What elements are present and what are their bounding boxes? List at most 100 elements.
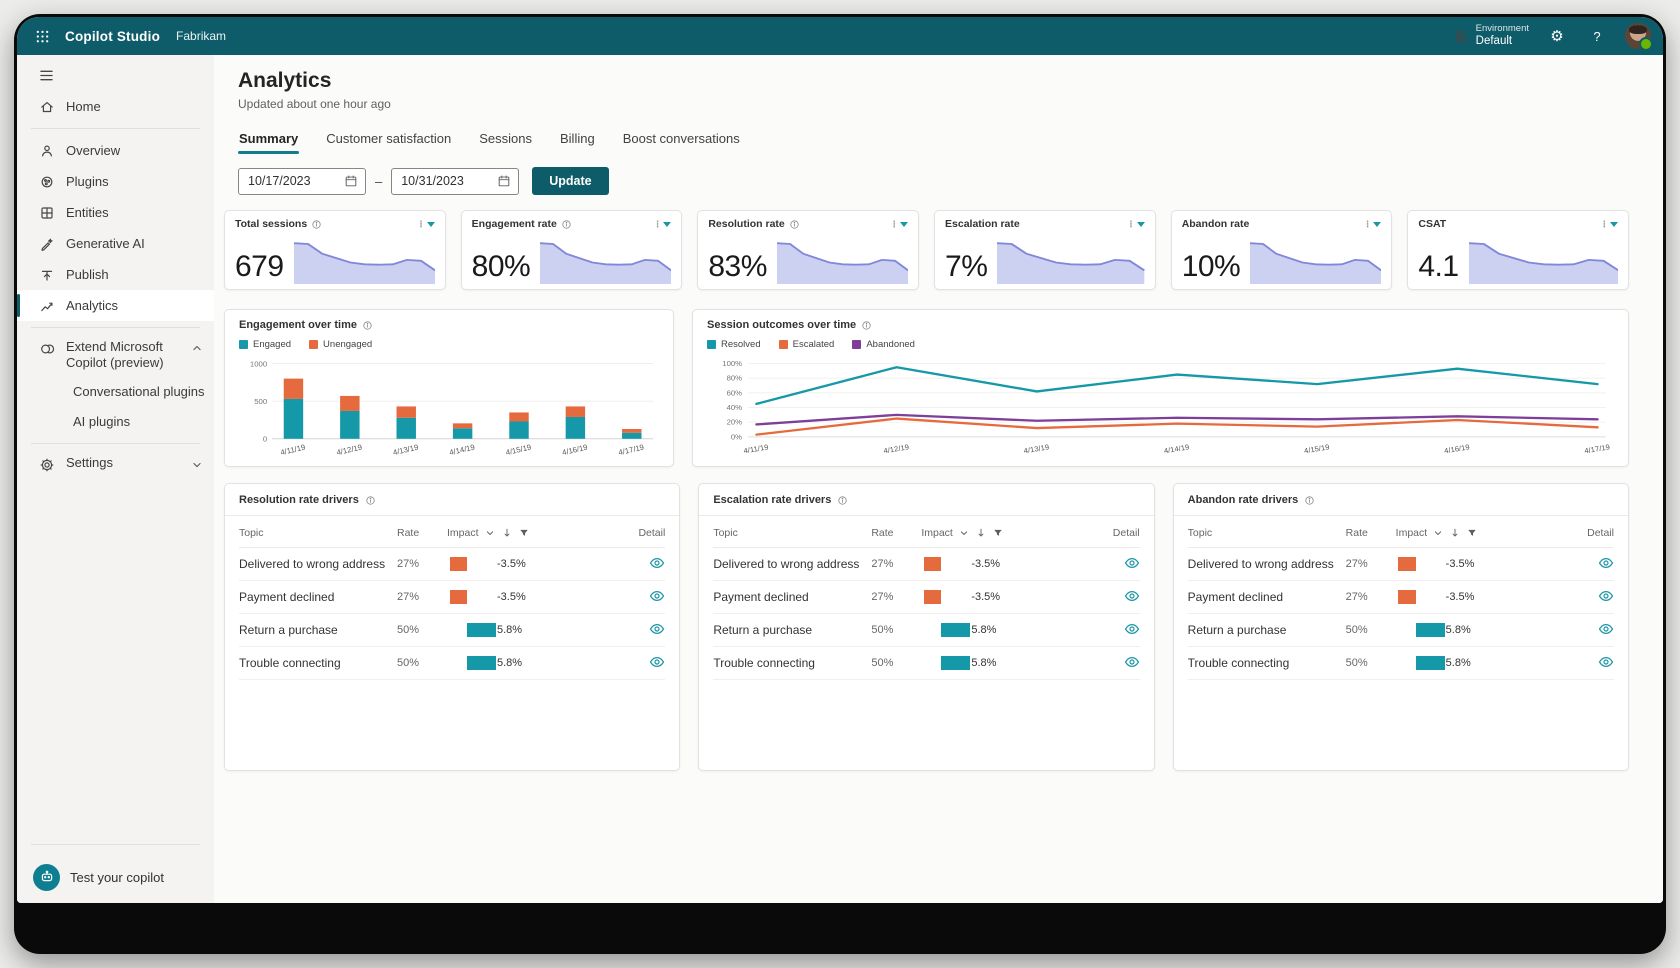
detail-eye-icon[interactable]	[649, 590, 665, 602]
settings-gear-icon[interactable]: ⚙	[1545, 24, 1569, 48]
chart-title-text: Engagement over time	[239, 319, 357, 331]
sidebar-item-label: Overview	[66, 143, 120, 158]
sidebar-item-plugins[interactable]: Plugins	[17, 166, 214, 197]
tab-customer-satisfaction[interactable]: Customer satisfaction	[325, 127, 452, 154]
chevron-down-icon[interactable]	[958, 527, 970, 539]
sidebar-item-conversational-plugins[interactable]: Conversational plugins	[17, 377, 214, 407]
sidebar-item-label: Entities	[66, 205, 109, 220]
kpi-card-engagement-rate: Engagement rate 80%	[461, 210, 683, 290]
tab-boost-conversations[interactable]: Boost conversations	[622, 127, 741, 154]
sidebar-item-publish[interactable]: Publish	[17, 259, 214, 290]
info-icon[interactable]	[561, 219, 572, 230]
detail-eye-icon[interactable]	[649, 557, 665, 569]
svg-text:0: 0	[263, 435, 267, 444]
calendar-icon[interactable]	[344, 174, 358, 188]
info-icon[interactable]	[837, 495, 848, 506]
driver-topic: Delivered to wrong address	[1188, 557, 1346, 571]
app-launcher-waffle-icon[interactable]	[27, 21, 57, 51]
kpi-card-menu[interactable]	[893, 221, 908, 228]
drivers-row: Resolution rate drivers Topic Rate Impac…	[224, 483, 1629, 771]
kpi-card-menu[interactable]	[1366, 221, 1381, 228]
environment-picker[interactable]: Environment Default	[1453, 24, 1529, 48]
driver-table-row: Trouble connecting 50% 5.8%	[1188, 647, 1614, 680]
sidebar-item-label: Publish	[66, 267, 109, 282]
filter-icon[interactable]	[992, 527, 1004, 539]
detail-eye-icon[interactable]	[1124, 590, 1140, 602]
info-icon[interactable]	[365, 495, 376, 506]
detail-eye-icon[interactable]	[1124, 557, 1140, 569]
chevron-down-icon[interactable]	[1432, 527, 1444, 539]
chevron-down-icon[interactable]	[190, 458, 204, 472]
svg-text:60%: 60%	[727, 389, 743, 398]
detail-eye-icon[interactable]	[1124, 656, 1140, 668]
kpi-value: 7%	[945, 252, 987, 284]
driver-rate: 27%	[871, 591, 921, 603]
update-button[interactable]: Update	[532, 167, 608, 195]
kpi-card-menu[interactable]	[656, 221, 671, 228]
driver-rate: 50%	[397, 624, 447, 636]
chevron-down-icon[interactable]	[484, 527, 496, 539]
tab-sessions[interactable]: Sessions	[478, 127, 533, 154]
kpi-card-menu[interactable]	[1603, 221, 1618, 228]
sort-descending-icon[interactable]	[1449, 527, 1461, 539]
sidebar-item-label: Plugins	[66, 174, 109, 189]
info-icon[interactable]	[861, 320, 872, 331]
kpi-card-menu[interactable]	[419, 221, 434, 228]
sidebar-item-generative-ai[interactable]: Generative AI	[17, 228, 214, 259]
impact-value: -3.5%	[971, 557, 1000, 571]
impact-value: 5.8%	[497, 656, 522, 670]
impact-bar	[924, 590, 942, 604]
detail-eye-icon[interactable]	[1598, 590, 1614, 602]
kpi-value: 4.1	[1418, 252, 1458, 284]
svg-text:4/11/19: 4/11/19	[743, 443, 769, 456]
sidebar-item-entities[interactable]: Entities	[17, 197, 214, 228]
driver-rate: 27%	[397, 591, 447, 603]
driver-table-header: Topic Rate Impact Detail	[239, 518, 665, 548]
kpi-menu-icon	[1366, 221, 1370, 228]
sidebar-item-extend-copilot[interactable]: Extend Microsoft Copilot (preview)	[17, 334, 214, 377]
sidebar-item-analytics[interactable]: Analytics	[17, 290, 214, 321]
test-your-copilot-button[interactable]: Test your copilot	[17, 851, 214, 903]
start-date-input[interactable]: 10/17/2023	[238, 168, 366, 195]
driver-table-row: Payment declined 27% -3.5%	[239, 581, 665, 614]
detail-eye-icon[interactable]	[1598, 557, 1614, 569]
user-avatar[interactable]	[1625, 23, 1651, 49]
filter-icon[interactable]	[1466, 527, 1478, 539]
sidebar-item-ai-plugins[interactable]: AI plugins	[17, 407, 214, 437]
tab-billing[interactable]: Billing	[559, 127, 596, 154]
detail-eye-icon[interactable]	[649, 623, 665, 635]
tab-summary[interactable]: Summary	[238, 127, 299, 154]
end-date-input[interactable]: 10/31/2023	[391, 168, 519, 195]
detail-eye-icon[interactable]	[1598, 623, 1614, 635]
detail-eye-icon[interactable]	[1124, 623, 1140, 635]
filter-icon[interactable]	[518, 527, 530, 539]
sidebar-item-home[interactable]: Home	[17, 91, 214, 122]
chevron-up-icon[interactable]	[190, 341, 204, 355]
kpi-card-menu[interactable]	[1129, 221, 1144, 228]
driver-table-row: Delivered to wrong address 27% -3.5%	[1188, 548, 1614, 581]
help-icon[interactable]: ?	[1585, 24, 1609, 48]
info-icon[interactable]	[1304, 495, 1315, 506]
info-icon[interactable]	[362, 320, 373, 331]
driver-table-header: Topic Rate Impact Detail	[713, 518, 1139, 548]
driver-rate: 27%	[871, 558, 921, 570]
date-filter-row: 10/17/2023 – 10/31/2023 Updat	[238, 167, 1629, 195]
info-icon[interactable]	[311, 219, 322, 230]
driver-impact-cell: -3.5%	[921, 557, 1071, 571]
column-header-topic: Topic	[239, 527, 397, 539]
driver-topic: Trouble connecting	[239, 656, 397, 670]
sort-descending-icon[interactable]	[501, 527, 513, 539]
driver-table-title: Escalation rate drivers	[713, 494, 831, 506]
sidebar-item-settings[interactable]: Settings	[17, 450, 214, 478]
detail-eye-icon[interactable]	[649, 656, 665, 668]
info-icon[interactable]	[789, 219, 800, 230]
calendar-icon[interactable]	[497, 174, 511, 188]
impact-value: -3.5%	[1446, 557, 1475, 571]
driver-table-title: Resolution rate drivers	[239, 494, 359, 506]
sidebar-collapse-icon[interactable]	[17, 59, 214, 91]
sort-descending-icon[interactable]	[975, 527, 987, 539]
detail-eye-icon[interactable]	[1598, 656, 1614, 668]
sidebar-item-overview[interactable]: Overview	[17, 135, 214, 166]
chart-title-text: Session outcomes over time	[707, 319, 856, 331]
driver-topic: Trouble connecting	[1188, 656, 1346, 670]
